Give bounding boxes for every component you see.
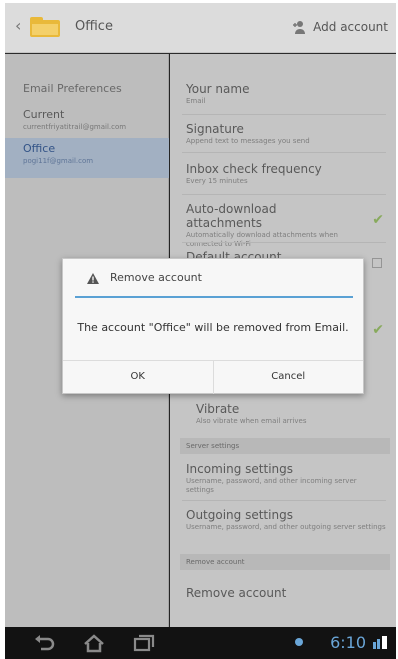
notification-icon[interactable] <box>294 636 304 648</box>
dialog-title: Remove account <box>110 271 202 284</box>
remove-account-dialog: Remove account The account "Office" will… <box>62 258 364 394</box>
signal-battery-icon <box>373 636 387 649</box>
recent-apps-icon[interactable] <box>133 633 155 653</box>
dialog-button-bar: OK Cancel <box>63 360 363 394</box>
folder-icon[interactable] <box>29 16 61 38</box>
dialog-header: Remove account <box>63 259 363 297</box>
system-bar: 6:10 <box>5 627 396 659</box>
app-title: Office <box>75 19 113 34</box>
action-bar: ‹ Office Add account <box>5 3 396 53</box>
tablet-screen: ‹ Office Add account Email Preferences C… <box>5 3 396 659</box>
clock: 6:10 <box>330 633 366 652</box>
add-account-label: Add account <box>313 20 388 34</box>
home-icon[interactable] <box>83 633 105 653</box>
warning-icon <box>87 273 99 284</box>
dialog-title-divider <box>75 296 353 298</box>
add-person-icon <box>293 21 306 34</box>
dialog-message: The account "Office" will be removed fro… <box>77 321 349 334</box>
back-chevron-icon[interactable]: ‹ <box>15 18 25 34</box>
back-icon[interactable] <box>33 633 55 653</box>
add-account-button[interactable]: Add account <box>291 17 388 37</box>
ok-button[interactable]: OK <box>63 361 213 394</box>
cancel-button[interactable]: Cancel <box>212 361 364 394</box>
